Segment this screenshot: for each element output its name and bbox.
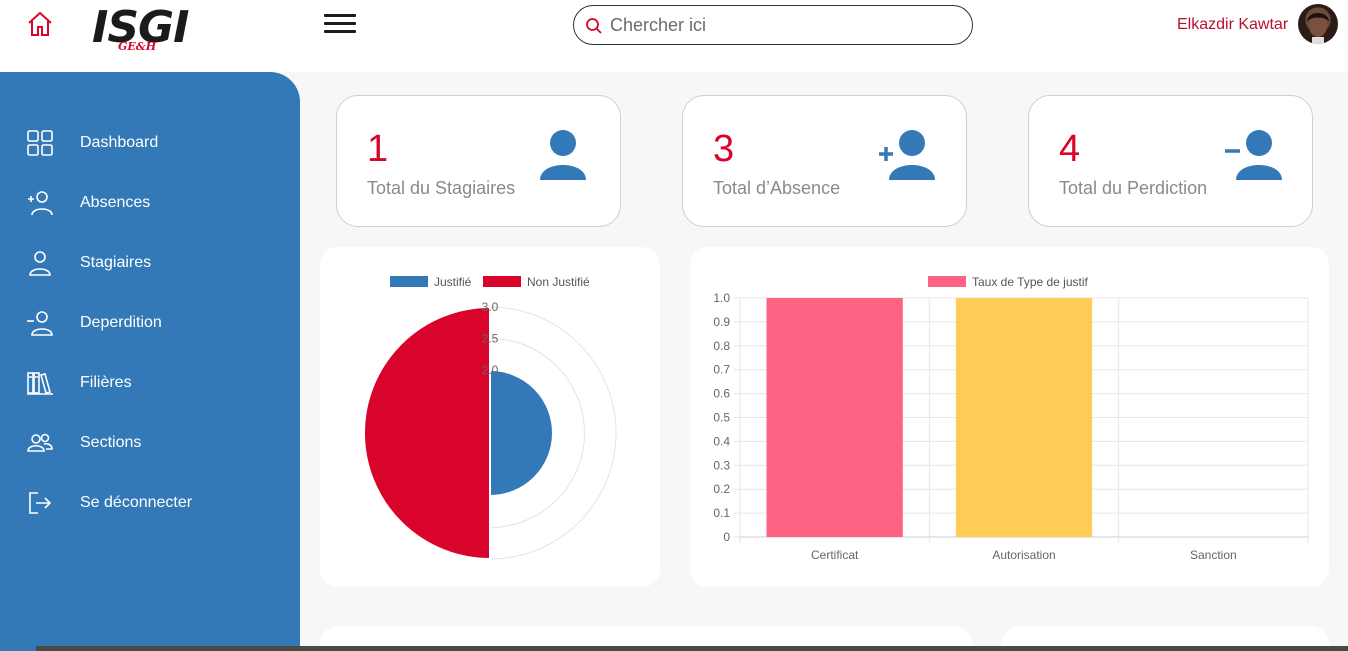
books-icon <box>27 372 53 395</box>
sidebar-item-absences[interactable]: Absences <box>0 181 300 225</box>
home-icon[interactable] <box>26 10 54 38</box>
logo[interactable]: ISGI GE&H <box>92 0 212 56</box>
sidebar: Dashboard Absences Stagiaires Deperditio… <box>0 72 300 651</box>
stat-card-perdiction[interactable]: 4 Total du Perdiction <box>1028 95 1313 227</box>
y-tick-label: 0.7 <box>713 363 730 377</box>
stat-value: 1 <box>367 128 389 170</box>
users-icon <box>27 433 53 452</box>
y-tick-label: 0.2 <box>713 482 730 496</box>
user-icon <box>29 251 51 276</box>
user-name[interactable]: Elkazdir Kawtar <box>1177 16 1288 34</box>
search-icon[interactable] <box>585 17 603 35</box>
bar-chart-panel: Taux de Type de justif 0 0.1 0.2 0.3 0.4 0.5 0… <box>690 247 1329 587</box>
polar-segment[interactable] <box>489 368 554 498</box>
y-tick-label: 0.1 <box>713 506 730 520</box>
y-tick-label: 0 <box>723 530 730 544</box>
sidebar-item-dashboard[interactable]: Dashboard <box>0 121 300 165</box>
polar-tick-label: 3.0 <box>482 300 499 314</box>
sidebar-item-label: Sections <box>80 434 142 451</box>
polar-segment[interactable] <box>363 305 491 561</box>
sidebar-item-deperdition[interactable]: Deperdition <box>0 301 300 345</box>
x-tick-label: Sanction <box>1190 548 1237 562</box>
search-input[interactable] <box>610 12 960 38</box>
stat-value: 3 <box>713 128 735 170</box>
search-bar <box>573 5 973 45</box>
y-tick-label: 0.9 <box>713 315 730 329</box>
avatar[interactable] <box>1298 4 1338 44</box>
user-minus-icon <box>27 311 53 336</box>
x-tick-label: Autorisation <box>992 548 1055 562</box>
stat-caption: Total d’Absence <box>713 178 841 198</box>
user-minus-icon <box>1225 130 1282 180</box>
footer-strip <box>36 646 1348 651</box>
bar-chart: 0 0.1 0.2 0.3 0.4 0.5 0.6 0.7 0.8 0.9 1.0 Certifica… <box>713 291 1309 562</box>
sidebar-item-filieres[interactable]: Filières <box>0 361 300 405</box>
stat-caption: Total du Stagiaires <box>367 178 516 198</box>
y-tick-label: 0.3 <box>713 458 730 472</box>
hamburger-line <box>324 30 356 33</box>
sidebar-item-logout[interactable]: Se déconnecter <box>0 481 300 525</box>
avatar-portrait <box>1307 13 1329 44</box>
bar[interactable] <box>766 298 903 537</box>
sidebar-item-sections[interactable]: Sections <box>0 421 300 465</box>
sidebar-item-stagiaires[interactable]: Stagiaires <box>0 241 300 285</box>
x-tick-label: Certificat <box>811 548 859 562</box>
user-icon <box>540 130 586 180</box>
bar[interactable] <box>955 298 1093 537</box>
user-plus-icon <box>28 191 53 216</box>
stat-card-absences[interactable]: 3 Total d’Absence <box>682 95 967 227</box>
y-tick-label: 0.5 <box>713 411 730 425</box>
logout-icon <box>29 492 52 514</box>
grid-icon <box>27 130 53 156</box>
sidebar-item-label: Deperdition <box>80 314 162 331</box>
brand-area: ISGI GE&H <box>10 0 300 72</box>
menu-toggle-button[interactable] <box>324 14 356 38</box>
polar-chart-panel: Justifié Non Justifié 2.0 2.5 3.0 <box>320 247 660 587</box>
sidebar-item-label: Filières <box>80 374 132 391</box>
polar-tick-label: 2.0 <box>482 363 499 377</box>
logo-subtext: GE&H <box>118 40 157 53</box>
y-tick-label: 0.6 <box>713 387 730 401</box>
sidebar-item-label: Dashboard <box>80 134 159 151</box>
stat-caption: Total du Perdiction <box>1059 178 1208 198</box>
stat-value: 4 <box>1059 128 1081 170</box>
y-tick-label: 0.8 <box>713 339 730 353</box>
y-tick-label: 0.4 <box>713 434 730 448</box>
stat-card-stagiaires[interactable]: 1 Total du Stagiaires <box>336 95 621 227</box>
user-plus-icon <box>879 130 935 180</box>
hamburger-line <box>324 14 356 17</box>
y-tick-label: 1.0 <box>713 291 730 305</box>
hamburger-line <box>324 22 356 25</box>
polar-tick-label: 2.5 <box>482 332 499 346</box>
sidebar-item-label: Se déconnecter <box>80 494 193 511</box>
polar-chart: 2.0 2.5 3.0 <box>363 300 617 561</box>
sidebar-item-label: Absences <box>80 194 151 211</box>
sidebar-item-label: Stagiaires <box>80 254 152 271</box>
